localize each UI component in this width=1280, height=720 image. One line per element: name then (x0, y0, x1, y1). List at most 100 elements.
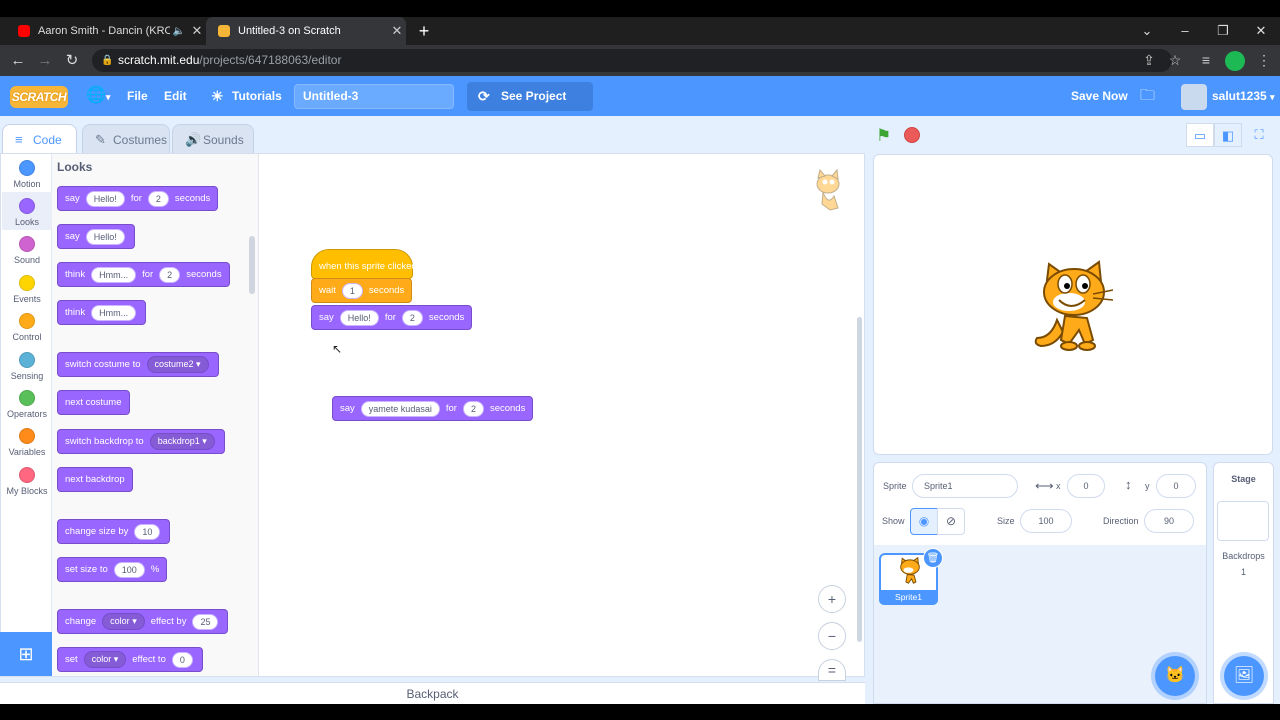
block-think-for-seconds[interactable]: think Hmm... for 2 seconds (57, 262, 230, 287)
block-input[interactable]: 25 (192, 613, 219, 630)
costume-dropdown[interactable]: costume2 ▾ (146, 356, 209, 373)
username-menu[interactable]: salut1235 ▾ (1212, 76, 1275, 116)
category-control[interactable]: Control (2, 307, 52, 345)
block-say-for-seconds[interactable]: say Hello! for 2 seconds (57, 186, 219, 211)
direction-input[interactable]: 90 (1144, 509, 1194, 533)
block-next-backdrop[interactable]: next backdrop (57, 467, 133, 492)
size-input[interactable]: 100 (1020, 509, 1072, 533)
speaker-icon[interactable]: 🔈 (170, 26, 188, 37)
browser-tab-scratch[interactable]: Untitled-3 on Scratch ✕ (206, 17, 406, 45)
maximize-button[interactable]: ❐ (1204, 17, 1242, 45)
block-input[interactable]: 100 (113, 561, 145, 578)
show-hidden-eye-icon[interactable]: ⊘ (937, 508, 965, 535)
workspace-scrollbar[interactable] (857, 317, 862, 642)
block-input[interactable]: 2 (159, 266, 181, 283)
block-input[interactable]: 1 (341, 282, 363, 299)
backpack-bar[interactable]: Backpack (0, 682, 865, 704)
small-stage-icon[interactable]: ▭ (1186, 123, 1214, 147)
forward-arrow-icon[interactable]: → (32, 45, 58, 76)
sprite-name-input[interactable]: Sprite1 (912, 474, 1018, 498)
block-change-size[interactable]: change size by 10 (57, 519, 171, 544)
back-arrow-icon[interactable]: ← (5, 45, 31, 76)
add-extension-button[interactable]: ⊞ (0, 632, 52, 676)
file-menu[interactable]: File (127, 76, 148, 116)
new-tab-button[interactable]: + (414, 17, 434, 45)
stop-icon[interactable] (904, 127, 920, 143)
category-sensing[interactable]: Sensing (2, 346, 52, 384)
stage-canvas[interactable] (873, 154, 1273, 455)
block-wait[interactable]: wait 1 seconds (311, 278, 413, 303)
backdrop-dropdown[interactable]: backdrop1 ▾ (149, 433, 215, 450)
stage-thumbnail[interactable] (1217, 501, 1269, 541)
block-switch-backdrop[interactable]: switch backdrop to backdrop1 ▾ (57, 429, 225, 454)
tab-search-icon[interactable]: ⌄ (1128, 17, 1166, 45)
choose-backdrop-icon[interactable]: 🖼 (1224, 656, 1264, 696)
close-tab-icon[interactable]: ✕ (188, 23, 206, 39)
tab-code[interactable]: ≡ Code (2, 124, 77, 154)
block-input[interactable]: Hmm... (91, 304, 137, 321)
block-next-costume[interactable]: next costume (57, 390, 130, 415)
tab-sounds[interactable]: 🔊 Sounds (172, 124, 254, 154)
tab-costumes[interactable]: ✎ Costumes (82, 124, 170, 154)
my-stuff-folder-icon[interactable]: 🗀 (1140, 76, 1155, 116)
zoom-in-button[interactable]: + (818, 585, 846, 613)
green-flag-icon[interactable]: ⚑ (876, 126, 891, 146)
tutorials-lightbulb-icon[interactable]: ☀ (211, 76, 224, 116)
block-change-effect[interactable]: change color ▾ effect by 25 (57, 609, 229, 634)
category-operators[interactable]: Operators (2, 384, 52, 422)
block-input[interactable]: Hello! (85, 190, 125, 207)
block-set-size[interactable]: set size to 100% (57, 557, 168, 582)
extension-icon[interactable] (1225, 51, 1245, 71)
block-set-effect[interactable]: set color ▾ effect to 0 (57, 647, 203, 672)
browser-tab-youtube[interactable]: Aaron Smith - Dancin (KRON 🔈 ✕ (8, 17, 206, 45)
url-field[interactable]: 🔒 scratch.mit.edu/projects/647188063/edi… (92, 49, 1172, 72)
block-input[interactable]: 10 (134, 523, 161, 540)
block-input[interactable]: 0 (171, 651, 193, 668)
large-stage-icon[interactable]: ◧ (1214, 123, 1242, 147)
block-say[interactable]: say Hello! (57, 224, 135, 249)
close-tab-icon[interactable]: ✕ (388, 23, 406, 39)
scratch-logo[interactable]: SCRATCH (10, 86, 68, 108)
x-input[interactable]: 0 (1067, 474, 1105, 498)
edit-menu[interactable]: Edit (164, 76, 187, 116)
show-visible-eye-icon[interactable]: ◉ (910, 508, 938, 535)
choose-sprite-cat-icon[interactable]: 🐱 (1155, 656, 1195, 696)
block-switch-costume[interactable]: switch costume to costume2 ▾ (57, 352, 219, 377)
zoom-reset-button[interactable]: = (818, 659, 846, 681)
block-say-for-seconds[interactable]: say Hello! for 2 seconds (311, 305, 473, 330)
bookmark-star-icon[interactable]: ☆ (1163, 45, 1187, 76)
block-input[interactable]: 2 (462, 400, 484, 417)
block-input[interactable]: 2 (401, 309, 423, 326)
user-avatar[interactable] (1181, 84, 1207, 110)
category-my-blocks[interactable]: My Blocks (2, 461, 52, 499)
block-input[interactable]: Hello! (85, 228, 125, 245)
block-input[interactable]: Hmm... (91, 266, 137, 283)
block-input[interactable]: Hello! (339, 309, 379, 326)
category-motion[interactable]: Motion (2, 154, 52, 192)
close-window-button[interactable]: ✕ (1242, 17, 1280, 45)
category-events[interactable]: Events (2, 269, 52, 307)
tutorials-menu[interactable]: Tutorials (232, 76, 282, 116)
language-globe-icon[interactable]: 🌐▾ (86, 76, 110, 116)
save-now-button[interactable]: Save Now (1071, 76, 1128, 116)
block-input[interactable]: 2 (147, 190, 169, 207)
zoom-out-button[interactable]: − (818, 622, 846, 650)
block-think[interactable]: think Hmm... (57, 300, 147, 325)
category-looks[interactable]: Looks (2, 192, 52, 230)
reload-icon[interactable]: ↻ (59, 45, 85, 76)
browser-menu-icon[interactable]: ⋮ (1252, 45, 1276, 76)
category-variables[interactable]: Variables (2, 422, 52, 460)
y-input[interactable]: 0 (1156, 474, 1196, 498)
block-when-sprite-clicked[interactable]: when this sprite clicked (311, 249, 417, 279)
media-control-icon[interactable]: ≡ (1194, 45, 1218, 76)
block-input[interactable]: yamete kudasai (360, 400, 440, 417)
see-project-page-button[interactable]: ⟳ See Project Page (467, 82, 593, 132)
fullscreen-icon[interactable]: ⛶ (1245, 123, 1273, 147)
delete-trash-icon[interactable]: 🗑 (923, 548, 943, 568)
share-icon[interactable]: ⇪ (1137, 45, 1161, 76)
effect-dropdown[interactable]: color ▾ (83, 651, 127, 668)
palette-scrollbar[interactable] (249, 236, 255, 294)
effect-dropdown[interactable]: color ▾ (102, 613, 145, 630)
category-sound[interactable]: Sound (2, 230, 52, 268)
minimize-button[interactable]: – (1166, 17, 1204, 45)
